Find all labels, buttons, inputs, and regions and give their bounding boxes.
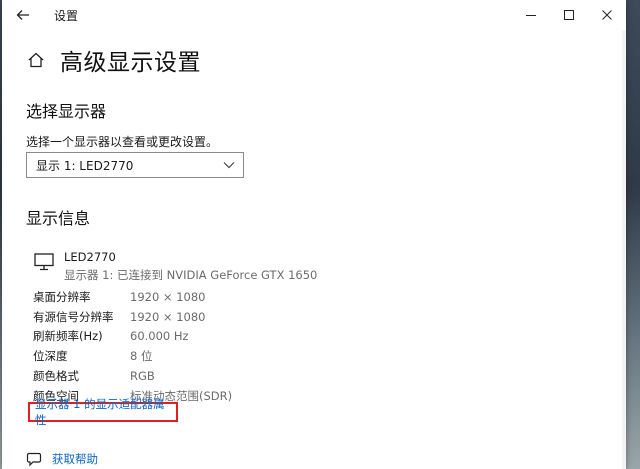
monitor-text: LED2770 显示器 1: 已连接到 NVIDIA GeForce GTX 1… <box>64 250 317 283</box>
home-icon <box>28 52 44 68</box>
window-controls <box>512 0 626 30</box>
info-label: 位深度 <box>33 349 68 364</box>
info-value: RGB <box>130 369 155 384</box>
get-help[interactable]: 获取帮助 <box>26 451 98 467</box>
info-label: 桌面分辨率 <box>33 289 91 304</box>
info-value: 8 位 <box>130 349 153 364</box>
select-display-heading: 选择显示器 <box>26 102 107 121</box>
info-label: 颜色格式 <box>33 369 79 384</box>
settings-window: 设置 高级显示设置 选择显示器 选择一个显示器以查看或更改设置。 显示 1: L… <box>2 0 626 469</box>
minimize-icon <box>526 15 536 16</box>
page-title: 高级显示设置 <box>60 50 201 76</box>
info-value: 1920 × 1080 <box>130 309 206 324</box>
back-button[interactable] <box>10 4 36 26</box>
info-row: 颜色格式 RGB <box>33 366 232 386</box>
display-info-table: 桌面分辨率 1920 × 1080 有源信号分辨率 1920 × 1080 刷新… <box>33 287 232 406</box>
info-value: 1920 × 1080 <box>130 289 206 304</box>
close-icon <box>602 10 612 20</box>
chat-help-icon <box>26 452 42 467</box>
settings-content: 高级显示设置 选择显示器 选择一个显示器以查看或更改设置。 显示 1: LED2… <box>2 30 626 469</box>
info-row: 桌面分辨率 1920 × 1080 <box>33 287 232 307</box>
back-arrow-icon <box>16 10 29 20</box>
display-select[interactable]: 显示 1: LED2770 <box>26 152 244 178</box>
info-label: 刷新频率(Hz) <box>33 329 103 344</box>
info-row: 位深度 8 位 <box>33 346 232 366</box>
monitor-icon <box>34 253 54 271</box>
get-help-link[interactable]: 获取帮助 <box>52 451 98 467</box>
home-button[interactable] <box>26 50 46 70</box>
minimize-button[interactable] <box>512 0 550 30</box>
monitor-summary: LED2770 显示器 1: 已连接到 NVIDIA GeForce GTX 1… <box>34 250 317 283</box>
info-label: 有源信号分辨率 <box>33 309 114 324</box>
page-header: 高级显示设置 <box>26 42 201 78</box>
maximize-icon <box>564 10 574 20</box>
info-row: 刷新频率(Hz) 60.000 Hz <box>33 327 232 347</box>
display-adapter-properties-link[interactable]: 显示器 1 的显示适配器属性 <box>28 397 178 427</box>
display-info-heading: 显示信息 <box>26 209 91 228</box>
monitor-name: LED2770 <box>64 250 116 264</box>
window-title: 设置 <box>54 9 79 23</box>
select-display-hint: 选择一个显示器以查看或更改设置。 <box>26 135 219 149</box>
monitor-description: 显示器 1: 已连接到 NVIDIA GeForce GTX 1650 <box>64 268 318 282</box>
close-button[interactable] <box>588 0 626 30</box>
scrollbar-track[interactable] <box>622 30 626 469</box>
info-value: 60.000 Hz <box>130 329 189 344</box>
title-bar: 设置 <box>2 0 626 30</box>
display-select-value: 显示 1: LED2770 <box>36 158 134 173</box>
maximize-button[interactable] <box>550 0 588 30</box>
chevron-down-icon <box>223 162 235 169</box>
info-row: 有源信号分辨率 1920 × 1080 <box>33 307 232 327</box>
